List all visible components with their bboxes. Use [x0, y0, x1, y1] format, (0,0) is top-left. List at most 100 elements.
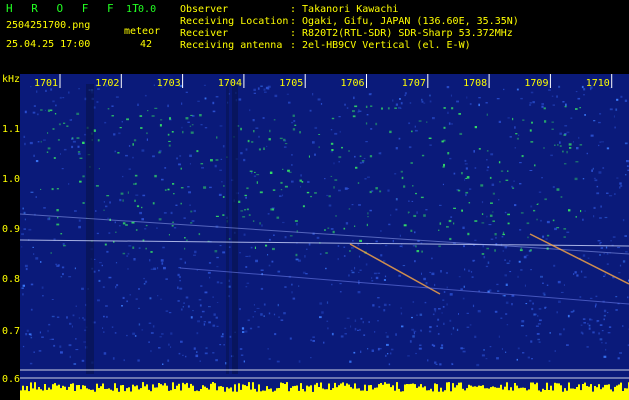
- noise-speck: [256, 174, 260, 176]
- noise-speck: [614, 193, 616, 195]
- noise-speck: [442, 183, 444, 186]
- noise-speck: [327, 227, 330, 229]
- noise-speck: [128, 245, 132, 247]
- noise-speck: [619, 264, 622, 267]
- baseline-bar: [46, 389, 48, 400]
- noise-speck: [530, 141, 534, 143]
- noise-speck: [442, 299, 445, 301]
- noise-speck: [520, 247, 523, 249]
- baseline-bar: [32, 388, 34, 400]
- noise-speck: [222, 251, 226, 254]
- noise-speck: [429, 326, 432, 329]
- baseline-bar: [152, 384, 154, 400]
- noise-speck: [244, 330, 248, 333]
- noise-speck: [47, 132, 49, 134]
- noise-speck: [82, 141, 85, 144]
- noise-speck: [474, 239, 477, 241]
- noise-speck: [456, 100, 459, 103]
- noise-speck: [21, 233, 24, 236]
- baseline-bar: [96, 383, 98, 400]
- noise-speck: [120, 192, 124, 195]
- noise-speck: [392, 99, 394, 102]
- baseline-bar: [470, 385, 472, 400]
- noise-speck: [434, 361, 437, 364]
- noise-speck: [589, 318, 592, 321]
- noise-speck: [30, 336, 33, 339]
- noise-speck: [400, 307, 402, 309]
- noise-speck: [350, 325, 352, 328]
- noise-speck: [294, 124, 297, 126]
- noise-speck: [262, 117, 265, 119]
- noise-speck: [412, 185, 414, 187]
- noise-speck: [154, 174, 157, 178]
- noise-speck: [586, 346, 589, 348]
- dark-streak: [232, 84, 238, 374]
- noise-speck: [367, 348, 369, 350]
- noise-speck: [184, 237, 186, 239]
- noise-speck: [532, 302, 534, 305]
- baseline-bar: [202, 385, 204, 400]
- noise-speck: [395, 208, 398, 211]
- field-key-receiver: Receiver: [180, 28, 229, 39]
- noise-speck: [367, 212, 369, 215]
- noise-speck: [77, 151, 81, 153]
- noise-speck: [167, 104, 169, 108]
- baseline-bar: [316, 382, 318, 400]
- baseline-bar: [44, 384, 46, 400]
- noise-speck: [523, 255, 527, 259]
- noise-speck: [302, 205, 305, 208]
- noise-speck: [261, 224, 263, 227]
- noise-speck: [469, 324, 472, 326]
- noise-speck: [197, 320, 200, 323]
- noise-speck: [148, 341, 150, 343]
- noise-speck: [40, 109, 43, 111]
- noise-speck: [76, 137, 80, 139]
- noise-speck: [360, 317, 363, 320]
- noise-speck: [214, 164, 217, 168]
- y-axis: kHz 1.1 1.0 0.9 0.8 0.7 0.6: [0, 74, 20, 400]
- noise-speck: [52, 128, 55, 130]
- noise-speck: [240, 152, 243, 155]
- baseline-bar: [20, 390, 22, 400]
- noise-speck: [620, 185, 623, 187]
- noise-speck: [69, 355, 71, 359]
- noise-speck: [581, 85, 584, 89]
- noise-speck: [263, 88, 266, 91]
- noise-speck: [122, 296, 125, 299]
- noise-speck: [259, 191, 263, 194]
- noise-speck: [516, 137, 519, 140]
- noise-speck: [563, 228, 567, 230]
- noise-speck: [249, 109, 251, 112]
- baseline-bar: [406, 384, 408, 400]
- baseline-bar: [466, 388, 468, 400]
- noise-speck: [243, 233, 246, 236]
- noise-speck: [46, 151, 49, 153]
- noise-speck: [401, 325, 404, 328]
- noise-speck: [326, 320, 329, 322]
- noise-speck: [273, 313, 276, 316]
- noise-speck: [401, 245, 403, 248]
- baseline-bar: [302, 389, 304, 400]
- noise-speck: [338, 189, 341, 192]
- noise-speck: [534, 164, 536, 167]
- noise-speck: [309, 109, 312, 112]
- noise-speck: [24, 264, 28, 268]
- noise-speck: [429, 271, 431, 273]
- noise-speck: [480, 184, 484, 187]
- noise-speck: [115, 231, 117, 233]
- noise-speck: [289, 235, 293, 237]
- noise-speck: [248, 214, 251, 216]
- noise-speck: [39, 331, 41, 334]
- noise-speck: [564, 125, 568, 127]
- noise-speck: [381, 107, 383, 110]
- noise-speck: [514, 126, 516, 129]
- noise-speck: [338, 156, 342, 159]
- noise-speck: [338, 116, 341, 118]
- baseline-bar: [312, 391, 314, 400]
- baseline-bar: [172, 382, 174, 400]
- noise-speck: [260, 269, 264, 271]
- noise-speck: [408, 146, 412, 149]
- noise-speck: [126, 255, 129, 257]
- noise-speck: [24, 218, 26, 221]
- y-tick-label: 0.7: [2, 326, 21, 337]
